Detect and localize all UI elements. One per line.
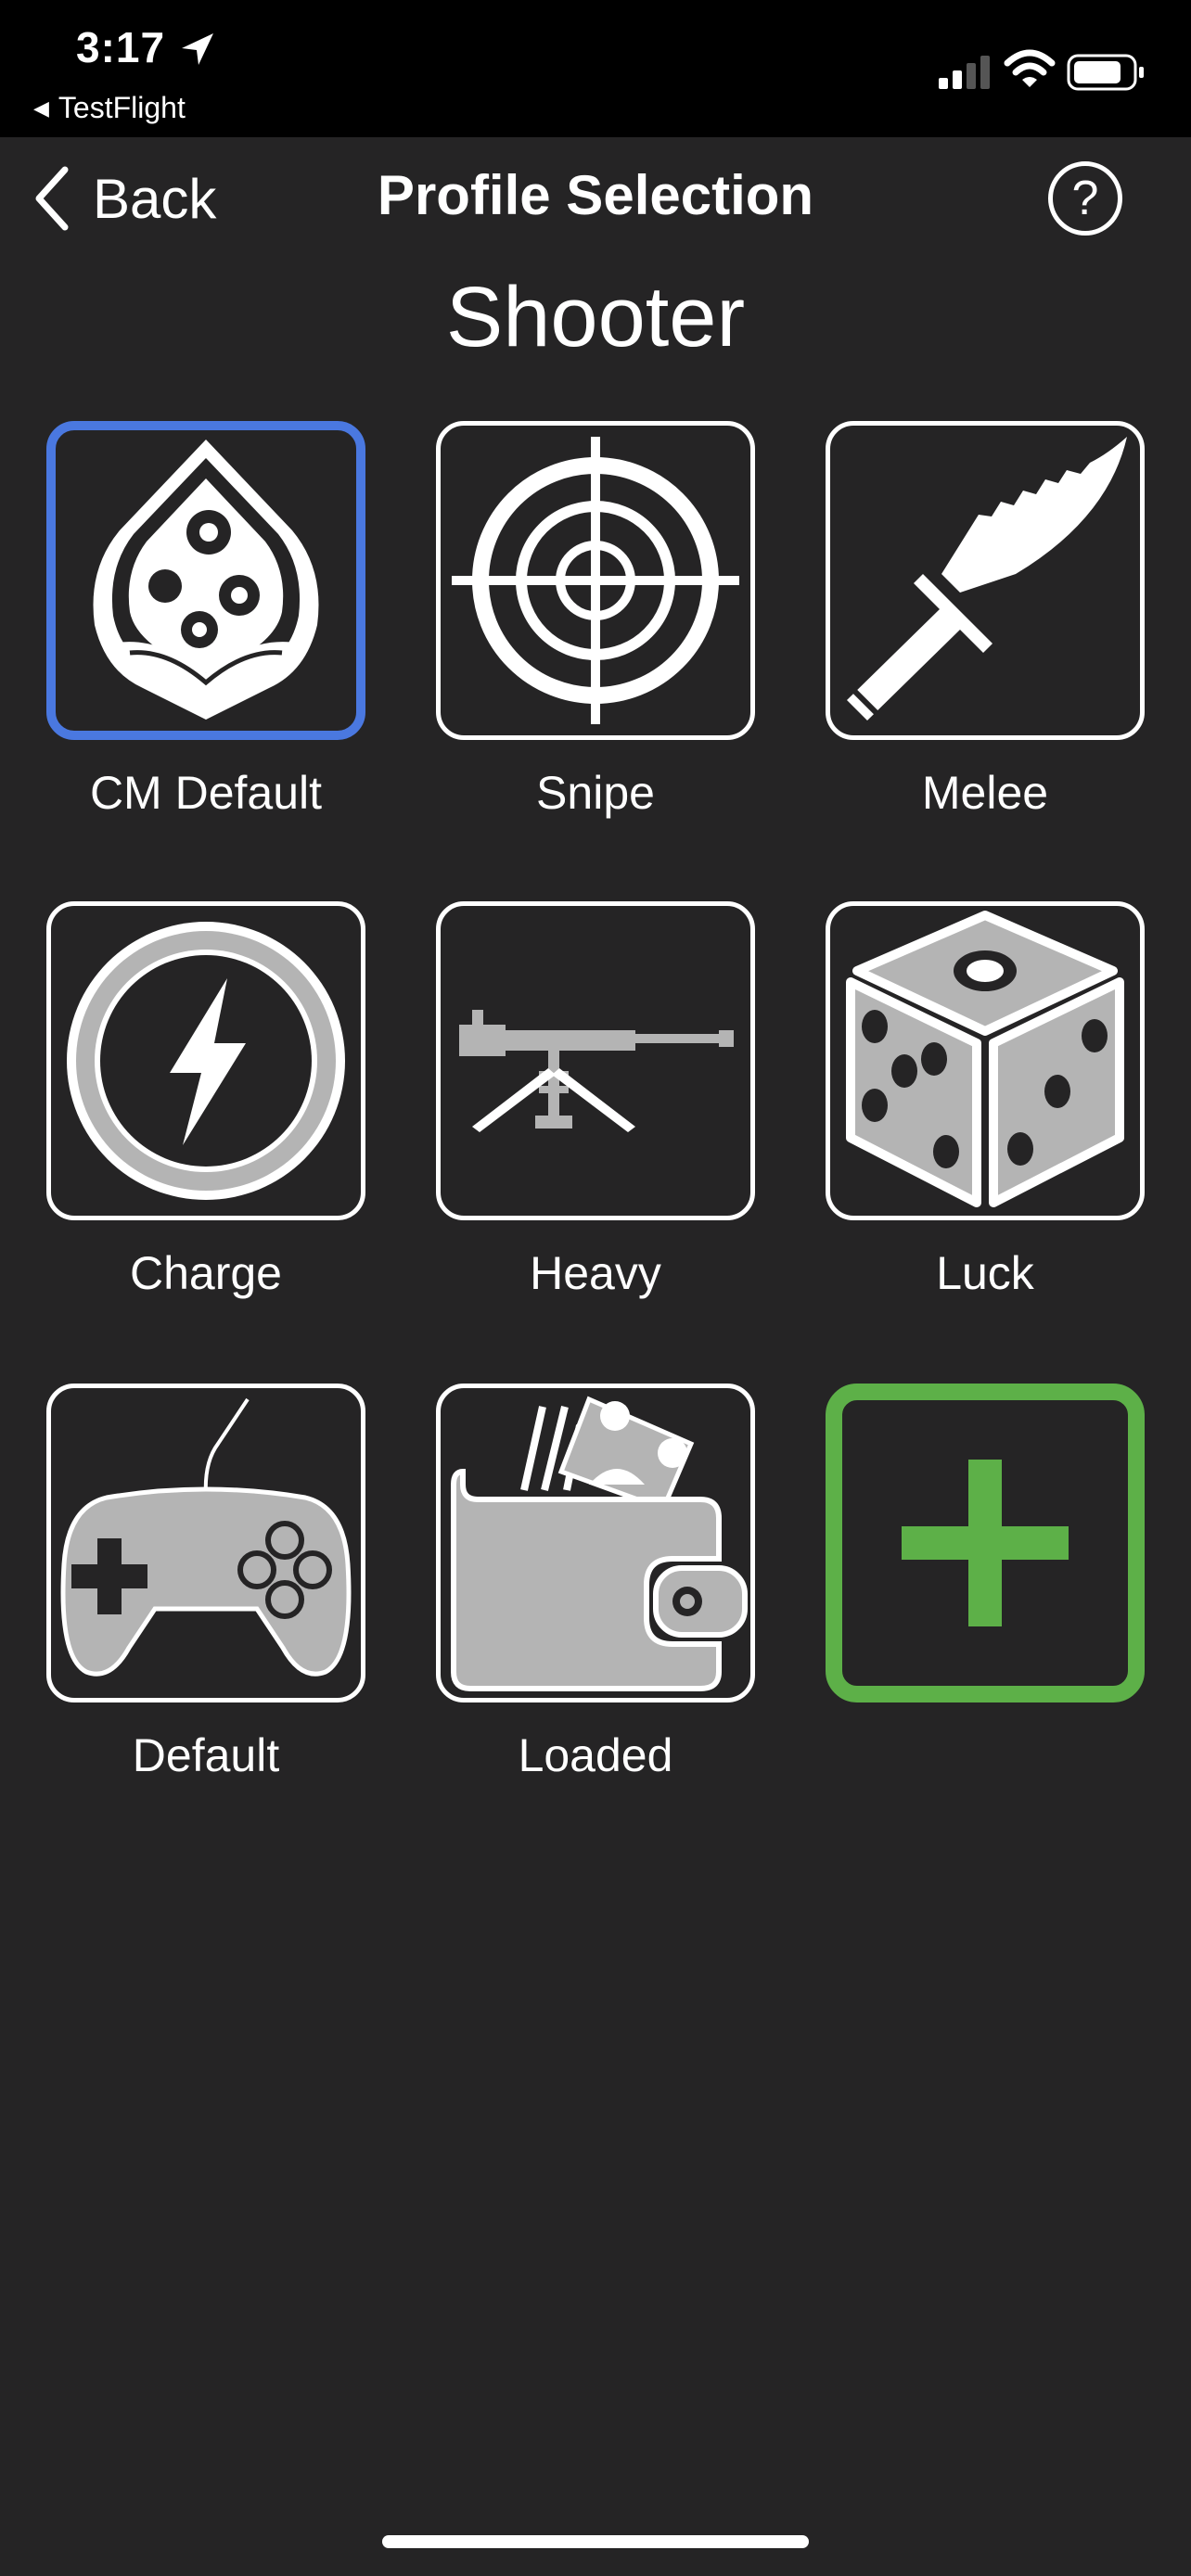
profile-label-melee: Melee xyxy=(921,767,1049,819)
battery-icon xyxy=(1067,54,1144,91)
signal-icon xyxy=(939,56,990,89)
back-triangle-icon: ◀ xyxy=(33,96,49,120)
status-bar: 3:17 ◀ TestFlight xyxy=(0,0,1191,137)
back-app-label: TestFlight xyxy=(58,91,186,124)
profile-label-default: Default xyxy=(132,1729,280,1781)
profile-label-heavy: Heavy xyxy=(530,1247,661,1299)
section-title: Shooter xyxy=(445,270,746,364)
profile-label-charge: Charge xyxy=(130,1247,282,1299)
lightning-icon xyxy=(67,922,345,1200)
knife-icon xyxy=(846,437,1127,721)
crosshair-icon xyxy=(452,437,739,724)
profile-tile-luck[interactable] xyxy=(826,901,1145,1220)
plus-icon xyxy=(902,1460,1069,1626)
page-title: Profile Selection xyxy=(377,164,814,226)
wallet-icon xyxy=(451,1396,748,1691)
wifi-icon xyxy=(1004,49,1056,87)
profile-label-cm-default: CM Default xyxy=(89,767,323,819)
dice-icon xyxy=(846,911,1124,1207)
question-mark-icon: ? xyxy=(1071,172,1099,225)
status-time: 3:17 xyxy=(76,23,166,71)
profile-tile-charge[interactable] xyxy=(46,901,365,1220)
profile-tile-cm-default[interactable] xyxy=(46,421,365,740)
mounted-gun-icon xyxy=(459,1010,734,1132)
profile-tile-default[interactable] xyxy=(46,1384,365,1702)
profile-label-snipe: Snipe xyxy=(536,767,655,819)
help-button[interactable]: ? xyxy=(1048,161,1122,236)
droplet-gears-icon xyxy=(93,440,319,720)
home-indicator[interactable] xyxy=(382,2535,809,2548)
profile-tile-loaded[interactable] xyxy=(436,1384,755,1702)
profile-tile-melee[interactable] xyxy=(826,421,1145,740)
profile-tile-heavy[interactable] xyxy=(436,901,755,1220)
add-profile-button[interactable] xyxy=(826,1384,1145,1702)
location-arrow-icon xyxy=(182,33,213,65)
profile-label-luck: Luck xyxy=(936,1247,1034,1299)
profile-label-loaded: Loaded xyxy=(518,1729,673,1781)
gamepad-icon xyxy=(60,1397,352,1677)
back-to-testflight[interactable]: ◀ TestFlight xyxy=(33,91,186,125)
profile-tile-snipe[interactable] xyxy=(436,421,755,740)
